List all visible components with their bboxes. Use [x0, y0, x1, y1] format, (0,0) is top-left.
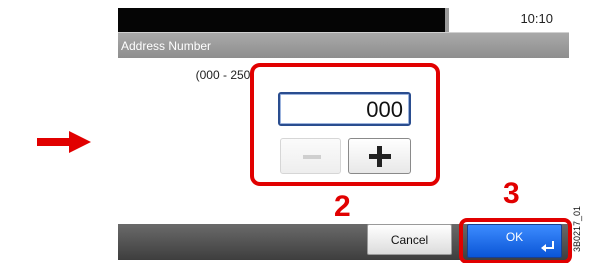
figure-code: 3B0217_01	[572, 205, 582, 252]
highlight-box-ok	[459, 218, 572, 263]
status-bar: 10:10	[118, 8, 569, 32]
screen-title: Address Number	[121, 39, 212, 53]
cancel-button[interactable]: Cancel	[367, 224, 452, 255]
screen-title-bar: Address Number	[118, 32, 569, 58]
step-number-2: 2	[334, 190, 351, 223]
step-number-3: 3	[503, 177, 520, 210]
status-time: 10:10	[520, 11, 553, 26]
highlight-box-input-area	[250, 63, 440, 186]
pointer-arrow-icon	[37, 131, 91, 153]
